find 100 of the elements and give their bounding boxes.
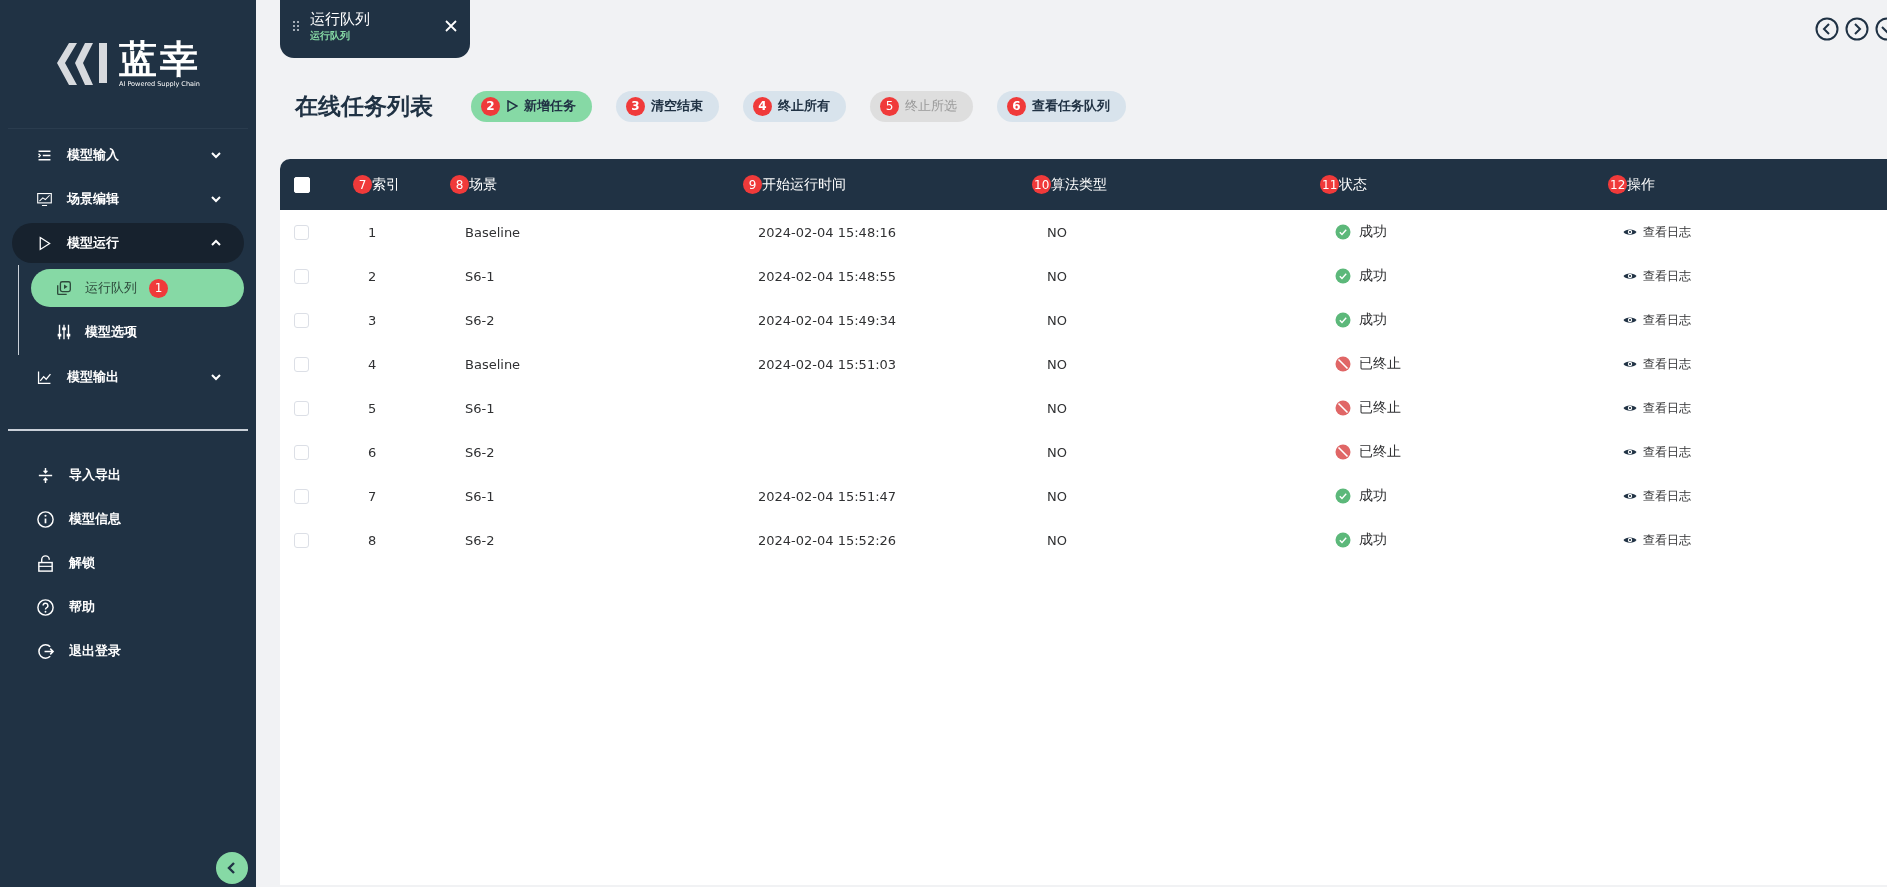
toolbar-button[interactable]: 4 终止所有 [743,90,846,122]
table-cell: Baseline [465,224,521,240]
eye-icon [1623,535,1637,545]
sidebar-action[interactable]: 导入导出 [36,453,256,497]
help-icon [36,597,55,617]
stopped-icon [1335,400,1351,416]
previous-icon[interactable] [1815,17,1839,41]
success-icon [1335,532,1351,548]
checkbox[interactable] [294,488,309,504]
checkbox[interactable] [294,532,309,548]
checkbox[interactable] [294,224,309,240]
column-header: 索引 [372,175,400,194]
column-header: 场景 [469,175,497,194]
table-cell: NO [1047,532,1067,548]
success-icon [1335,224,1351,240]
sliders-icon [55,323,73,341]
chevron-down-icon [210,149,222,161]
table-cell: 5 [368,400,377,416]
chevron-down-icon [210,371,222,383]
toolbar-button[interactable]: 3 清空结束 [616,90,719,122]
stopped-icon [1335,444,1351,460]
unlock-icon [36,553,55,573]
tab-subtitle: 运行队列 [310,28,351,43]
next-icon[interactable] [1845,17,1869,41]
logout-icon [36,641,55,661]
table-cell: NO [1047,224,1067,240]
column-header: 算法类型 [1051,175,1108,194]
sidebar-action[interactable]: 退出登录 [36,629,256,673]
submenu-item[interactable]: 运行队列 1 [31,269,244,307]
number-marker: 9 [743,175,762,194]
eye-icon [1623,227,1637,237]
number-marker: 8 [450,175,469,194]
table-cell: 2 [368,268,377,284]
table-cell: NO [1047,444,1067,460]
page-tab[interactable]: 运行队列 运行队列 [280,0,470,58]
menu-group[interactable]: 模型输出 [12,357,244,397]
number-marker: 3 [626,96,645,116]
table-cell: S6-1 [465,488,495,504]
view-log-link[interactable]: 查看日志 [1623,443,1691,461]
toolbar-button[interactable]: 2 新增任务 [471,90,592,122]
eye-icon [1623,403,1637,413]
view-log-link[interactable]: 查看日志 [1623,487,1691,505]
play-icon [506,100,518,112]
eye-icon [1623,447,1637,457]
view-log-link[interactable]: 查看日志 [1623,223,1691,241]
eye-icon [1623,491,1637,501]
menu-group[interactable]: 模型运行 [12,223,244,263]
toolbar-button[interactable]: 6 查看任务队列 [997,90,1126,122]
success-icon [1335,312,1351,328]
import-export-icon [36,465,55,485]
checkbox[interactable] [294,444,309,460]
table-cell: 2024-02-04 15:49:34 [758,312,897,328]
checkbox[interactable] [294,400,309,416]
logo-text: 蓝幸 [119,40,201,80]
table-cell: Baseline [465,356,521,372]
view-log-link[interactable]: 查看日志 [1623,399,1691,417]
table-cell: 2024-02-04 15:52:26 [758,532,897,548]
queue-icon [55,279,73,297]
number-marker: 7 [353,175,372,194]
table-cell: S6-2 [465,312,495,328]
eye-icon [1623,271,1637,281]
table-cell: NO [1047,400,1067,416]
collapse-button[interactable] [216,852,248,884]
table-cell: 2024-02-04 15:48:55 [758,268,897,284]
view-log-link[interactable]: 查看日志 [1623,531,1691,549]
submenu-item[interactable]: 模型选项 [31,313,244,351]
checkbox[interactable] [294,312,309,328]
view-log-link[interactable]: 查看日志 [1623,355,1691,373]
table-cell: S6-2 [465,532,495,548]
column-header: 操作 [1627,175,1656,194]
table-cell: S6-1 [465,268,495,284]
close-icon[interactable] [444,19,458,33]
status-text: 已终止 [1359,355,1401,373]
menu-group[interactable]: 场景编辑 [12,179,244,219]
checkbox[interactable] [294,356,309,372]
number-marker: 1 [149,278,168,298]
sidebar-action[interactable]: 解锁 [36,541,256,585]
column-header: 开始运行时间 [762,175,846,194]
info-icon [36,509,55,529]
status-text: 成功 [1359,223,1387,241]
monitor-icon [36,190,53,208]
sidebar-action[interactable]: 帮助 [36,585,256,629]
status-text: 成功 [1359,311,1387,329]
status-text: 成功 [1359,267,1387,285]
view-log-link[interactable]: 查看日志 [1623,311,1691,329]
number-marker: 6 [1007,96,1026,116]
status-text: 已终止 [1359,399,1401,417]
logo-icon [55,41,109,87]
checkbox[interactable] [294,268,309,284]
view-log-link[interactable]: 查看日志 [1623,267,1691,285]
status-text: 成功 [1359,487,1387,505]
table-cell: NO [1047,268,1067,284]
menu-group[interactable]: 模型输入 [12,135,244,175]
eye-icon [1623,315,1637,325]
table-cell: 1 [368,224,377,240]
table-cell: 6 [368,444,377,460]
sidebar-action[interactable]: 模型信息 [36,497,256,541]
table-cell: 2024-02-04 15:51:03 [758,356,897,372]
number-marker: 5 [880,96,899,116]
number-marker: 2 [481,96,500,116]
